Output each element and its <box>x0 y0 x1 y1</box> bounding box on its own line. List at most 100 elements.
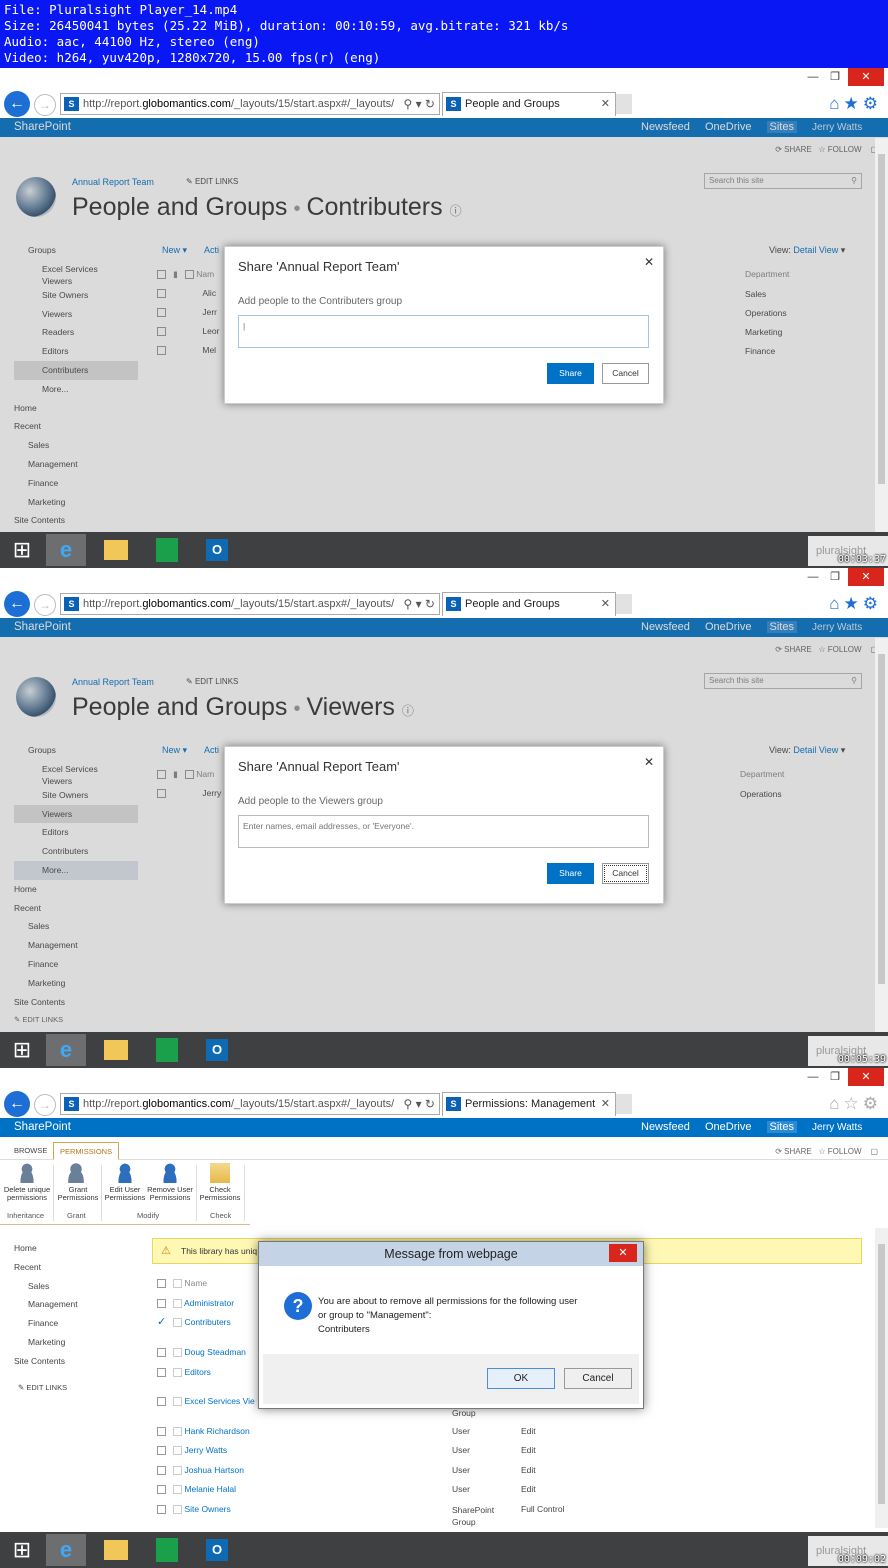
select-all-checkbox[interactable] <box>157 1279 166 1289</box>
tab-close-icon[interactable]: ✕ <box>601 93 610 115</box>
windows-start-icon[interactable]: ⊞ <box>2 1034 42 1066</box>
store-icon[interactable] <box>146 1034 186 1066</box>
sites-link[interactable]: Sites <box>766 1121 797 1133</box>
row-name-link[interactable]: Excel Services Vie <box>184 1396 254 1406</box>
outlook-icon[interactable]: O <box>196 1034 236 1066</box>
cancel-button[interactable]: Cancel <box>564 1368 632 1389</box>
page-scrollbar[interactable] <box>875 638 888 1038</box>
search-refresh-icon[interactable]: ⚲ ▾ ↻ <box>403 594 435 614</box>
table-row[interactable]: Administrator <box>157 1298 234 1309</box>
new-tab-button[interactable] <box>616 94 632 114</box>
browser-tab[interactable]: S Permissions: Management ✕ <box>442 1092 616 1116</box>
file-explorer-icon[interactable] <box>96 534 136 566</box>
row-menu-box[interactable] <box>173 1318 183 1328</box>
store-icon[interactable] <box>146 1534 186 1566</box>
store-icon[interactable] <box>146 534 186 566</box>
windows-start-icon[interactable]: ⊞ <box>2 534 42 566</box>
remove-user-permissions-button[interactable]: Remove User Permissions <box>147 1163 193 1202</box>
address-bar[interactable]: S http://report.globomantics.com/_layout… <box>60 93 440 115</box>
row-checkbox[interactable] <box>157 1397 166 1407</box>
maximize-button[interactable]: ❐ <box>822 68 848 86</box>
forward-button[interactable]: → <box>34 94 56 116</box>
row-checkbox[interactable] <box>157 1368 166 1378</box>
row-name-link[interactable]: Site Owners <box>184 1504 230 1514</box>
tab-close-icon[interactable]: ✕ <box>601 1093 610 1115</box>
focus-icon[interactable]: ▢ <box>870 1147 878 1156</box>
internet-explorer-icon[interactable]: e <box>46 1034 86 1066</box>
outlook-icon[interactable]: O <box>196 1534 236 1566</box>
table-row[interactable]: Hank Richardson <box>157 1426 250 1437</box>
back-button[interactable]: ← <box>4 591 30 617</box>
nav-management[interactable]: Management <box>14 1295 138 1314</box>
browser-tab[interactable]: S People and Groups ✕ <box>442 592 616 616</box>
file-explorer-icon[interactable] <box>96 1534 136 1566</box>
nav-sales[interactable]: Sales <box>14 1277 138 1296</box>
grant-permissions-button[interactable]: Grant Permissions <box>56 1163 100 1202</box>
forward-button[interactable]: → <box>34 1094 56 1116</box>
row-checkbox[interactable] <box>157 1348 166 1358</box>
table-row[interactable]: Melanie Halal <box>157 1484 236 1495</box>
nav-recent[interactable]: Recent <box>14 1258 138 1277</box>
table-row[interactable]: Joshua Hartson <box>157 1465 244 1476</box>
user-menu[interactable]: Jerry Watts <box>812 1122 862 1133</box>
header-checkbox[interactable] <box>173 1279 183 1289</box>
table-row[interactable]: ✓ Contributers <box>157 1317 231 1328</box>
nav-site-contents[interactable]: Site Contents <box>14 1352 138 1371</box>
row-name-link[interactable]: Doug Steadman <box>184 1347 245 1357</box>
row-name-link[interactable]: Contributers <box>184 1317 230 1327</box>
newsfeed-link[interactable]: Newsfeed <box>641 1121 690 1133</box>
row-menu-box[interactable] <box>173 1466 183 1476</box>
table-row[interactable]: Jerry Watts <box>157 1445 227 1456</box>
file-explorer-icon[interactable] <box>96 1034 136 1066</box>
share-link[interactable]: SHARE <box>784 1147 812 1156</box>
maximize-button[interactable]: ❐ <box>822 568 848 586</box>
row-checkbox-checked[interactable]: ✓ <box>157 1317 166 1328</box>
row-menu-box[interactable] <box>173 1427 183 1437</box>
row-menu-box[interactable] <box>173 1485 183 1495</box>
nav-marketing[interactable]: Marketing <box>14 1333 138 1352</box>
row-name-link[interactable]: Jerry Watts <box>184 1445 227 1455</box>
share-button[interactable]: Share <box>547 363 594 384</box>
edit-links[interactable]: ✎ EDIT LINKS <box>14 1379 138 1398</box>
tab-close-icon[interactable]: ✕ <box>601 593 610 615</box>
share-button[interactable]: Share <box>547 863 594 884</box>
row-menu-box[interactable] <box>173 1368 183 1378</box>
row-checkbox[interactable] <box>157 1299 166 1309</box>
row-name-link[interactable]: Administrator <box>184 1298 234 1308</box>
back-button[interactable]: ← <box>4 1091 30 1117</box>
new-tab-button[interactable] <box>616 594 632 614</box>
internet-explorer-icon[interactable]: e <box>46 534 86 566</box>
row-menu-box[interactable] <box>173 1446 183 1456</box>
forward-button[interactable]: → <box>34 594 56 616</box>
col-name[interactable]: Name <box>184 1278 207 1288</box>
message-close-button[interactable]: ✕ <box>609 1244 637 1262</box>
browser-tab[interactable]: S People and Groups ✕ <box>442 92 616 116</box>
row-checkbox[interactable] <box>157 1505 166 1515</box>
row-name-link[interactable]: Editors <box>184 1367 210 1377</box>
people-picker-input[interactable]: Enter names, email addresses, or 'Everyo… <box>238 815 649 848</box>
dialog-close-icon[interactable]: ✕ <box>644 755 654 769</box>
row-checkbox[interactable] <box>157 1466 166 1476</box>
follow-link[interactable]: FOLLOW <box>828 1147 862 1156</box>
search-refresh-icon[interactable]: ⚲ ▾ ↻ <box>403 1094 435 1114</box>
tab-browse[interactable]: BROWSE <box>8 1142 53 1160</box>
sharepoint-brand[interactable]: SharePoint <box>14 1118 71 1137</box>
dialog-close-icon[interactable]: ✕ <box>644 255 654 269</box>
nav-home[interactable]: Home <box>14 1239 138 1258</box>
table-row[interactable]: Doug Steadman <box>157 1347 246 1358</box>
row-name-link[interactable]: Melanie Halal <box>184 1484 236 1494</box>
close-window-button[interactable]: ✕ <box>848 1068 884 1086</box>
row-checkbox[interactable] <box>157 1485 166 1495</box>
page-scrollbar[interactable] <box>875 138 888 538</box>
outlook-icon[interactable]: O <box>196 534 236 566</box>
back-button[interactable]: ← <box>4 91 30 117</box>
table-row[interactable]: Site Owners <box>157 1504 231 1515</box>
maximize-button[interactable]: ❐ <box>822 1068 848 1086</box>
windows-start-icon[interactable]: ⊞ <box>2 1534 42 1566</box>
address-bar[interactable]: S http://report.globomantics.com/_layout… <box>60 593 440 615</box>
row-menu-box[interactable] <box>173 1348 183 1358</box>
onedrive-link[interactable]: OneDrive <box>705 1121 751 1133</box>
search-refresh-icon[interactable]: ⚲ ▾ ↻ <box>403 94 435 114</box>
row-checkbox[interactable] <box>157 1446 166 1456</box>
row-menu-box[interactable] <box>173 1505 183 1515</box>
